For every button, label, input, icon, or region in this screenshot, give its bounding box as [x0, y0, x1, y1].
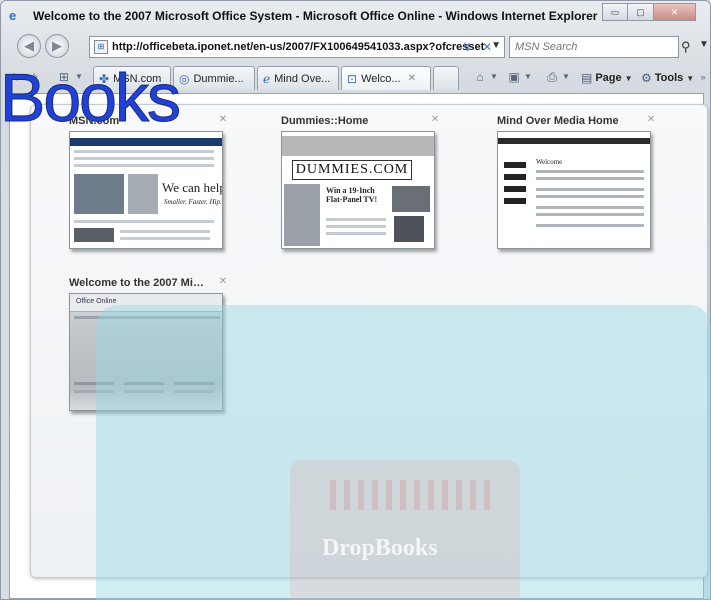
thumb-promo-text: We can help [162, 180, 223, 195]
thumb-sidebar [284, 184, 320, 246]
forward-button[interactable]: ▶ [45, 34, 69, 58]
feeds-icon[interactable]: ▣ [505, 68, 523, 86]
ie-logo-icon: e [9, 8, 17, 23]
thumb-image [74, 228, 114, 242]
tab-label: Mind Ove... [274, 72, 331, 85]
quick-tab-msn[interactable]: MSN.com ✕ We can help Smaller. Faster. H… [69, 114, 229, 275]
thumb-image [74, 174, 124, 214]
thumb-line [536, 206, 644, 209]
address-bar[interactable]: ⊞ http://officebeta.iponet.net/en-us/200… [89, 36, 505, 58]
search-input[interactable] [513, 39, 673, 55]
minimize-button[interactable]: ▭ [602, 3, 628, 21]
print-icon[interactable]: ⎙ [543, 68, 561, 86]
tab-welcome[interactable]: ⊡ Welco... ✕ [341, 66, 431, 90]
back-arrow-icon: ◀ [24, 38, 34, 53]
search-box[interactable] [509, 36, 679, 58]
page-menu[interactable]: ▤ Page ▼ [581, 69, 633, 87]
office-page-icon: ⊡ [347, 71, 358, 86]
thumb-line [536, 195, 644, 198]
thumb-nav-button [504, 174, 526, 180]
thumb-image [128, 174, 158, 214]
watermark-text: DropBooks [322, 535, 438, 561]
thumb-line [120, 230, 210, 233]
thumb-nav-button [504, 198, 526, 204]
page-thumbnail[interactable]: Welcome [497, 131, 651, 249]
thumb-line [74, 157, 214, 160]
back-button[interactable]: ◀ [17, 34, 41, 58]
stop-icon[interactable]: ✕ [477, 37, 497, 57]
close-icon[interactable]: ✕ [217, 114, 229, 126]
page-thumbnail[interactable]: We can help Smaller. Faster. Hip. [69, 131, 223, 249]
close-icon[interactable]: ✕ [217, 276, 229, 288]
tab-label: Welco... [361, 72, 401, 85]
thumb-image [394, 216, 424, 242]
ie-page-icon: ℯ [263, 71, 271, 86]
thumb-nav-button [504, 186, 526, 192]
overlay-books-text: Books [0, 60, 182, 137]
thumb-logo: DUMMIES.COM [292, 160, 412, 180]
home-icon[interactable]: ⌂ [471, 68, 489, 86]
thumb-line [74, 164, 214, 167]
quick-tab-title: Welcome to the 2007 Micr... [69, 277, 209, 289]
title-bar: e Welcome to the 2007 Microsoft Office S… [1, 1, 711, 29]
page-menu-label: Page [595, 72, 622, 84]
page-thumbnail[interactable]: DUMMIES.COM Win a 19-Inch Flat-Panel TV! [281, 131, 435, 249]
thumb-nav-button [504, 162, 526, 168]
close-window-button[interactable]: ✕ [654, 3, 696, 21]
thumb-feature-text: Win a 19-Inch Flat-Panel TV! [326, 186, 378, 204]
close-icon[interactable]: ✕ [429, 114, 441, 126]
thumb-line [74, 220, 214, 223]
thumb-welcome-heading: Welcome [536, 158, 563, 166]
chevron-down-icon: ▼ [624, 73, 633, 83]
tab-mind-over-media[interactable]: ℯ Mind Ove... [257, 66, 339, 90]
search-icon[interactable]: ⚲ [681, 39, 691, 55]
forward-arrow-icon: ▶ [52, 38, 62, 53]
thumb-line [326, 232, 386, 235]
thumb-header-bar [70, 138, 222, 146]
search-options-icon[interactable]: ▼ [699, 39, 709, 50]
chevron-down-icon[interactable]: ▼ [489, 68, 499, 86]
tab-dummies[interactable]: ◎ Dummie... [173, 66, 255, 90]
new-tab-button[interactable] [433, 66, 459, 90]
thumb-line [326, 225, 386, 228]
thumb-line [536, 213, 644, 216]
thumb-header-bar [498, 138, 650, 144]
thumb-image [392, 186, 430, 212]
address-text[interactable]: http://officebeta.iponet.net/en-us/2007/… [112, 41, 484, 53]
refresh-icon[interactable]: ↯ [457, 37, 477, 57]
window-controls: ▭ ▢ ✕ [602, 3, 696, 21]
close-tab-icon[interactable]: ✕ [408, 73, 416, 84]
thumb-promo-sub: Smaller. Faster. Hip. [164, 198, 222, 206]
gear-icon: ⚙ [641, 71, 652, 85]
thumb-line [536, 224, 644, 227]
window-title: Welcome to the 2007 Microsoft Office Sys… [33, 9, 598, 23]
chevron-down-icon[interactable]: ▼ [523, 68, 533, 86]
thumb-sidebar [504, 162, 526, 222]
page-icon: ⊞ [94, 40, 108, 54]
thumb-line [74, 150, 214, 153]
page-icon: ▤ [581, 71, 593, 85]
quick-tab-mind-over-media[interactable]: Mind Over Media Home ✕ Welcome [497, 114, 657, 275]
tools-menu[interactable]: ⚙ Tools ▼ [641, 69, 694, 87]
quick-tab-title: Dummies::Home [281, 115, 369, 127]
thumb-line [536, 177, 644, 180]
thumb-header-bar [282, 136, 434, 156]
dummies-logo-icon: ◎ [179, 71, 190, 86]
quick-tab-dummies[interactable]: Dummies::Home ✕ DUMMIES.COM Win a 19-Inc… [281, 114, 441, 275]
thumb-line [120, 237, 210, 240]
chevron-down-icon: ▼ [686, 73, 695, 83]
thumb-line [326, 218, 386, 221]
quick-tab-title: Mind Over Media Home [497, 115, 619, 127]
thumb-line [536, 188, 644, 191]
close-icon[interactable]: ✕ [645, 114, 657, 126]
maximize-button[interactable]: ▢ [628, 3, 654, 21]
thumb-line [536, 170, 644, 173]
navigation-bar: ◀ ▶ ⊞ http://officebeta.iponet.net/en-us… [1, 31, 711, 61]
tab-label: Dummie... [193, 72, 244, 85]
watermark-book-stripes [330, 480, 490, 510]
thumb-logo: Office Online [76, 298, 117, 305]
chevron-down-icon[interactable]: ▼ [561, 68, 571, 86]
tools-menu-label: Tools [654, 72, 684, 84]
chevron-overflow-icon[interactable]: » [697, 68, 709, 86]
